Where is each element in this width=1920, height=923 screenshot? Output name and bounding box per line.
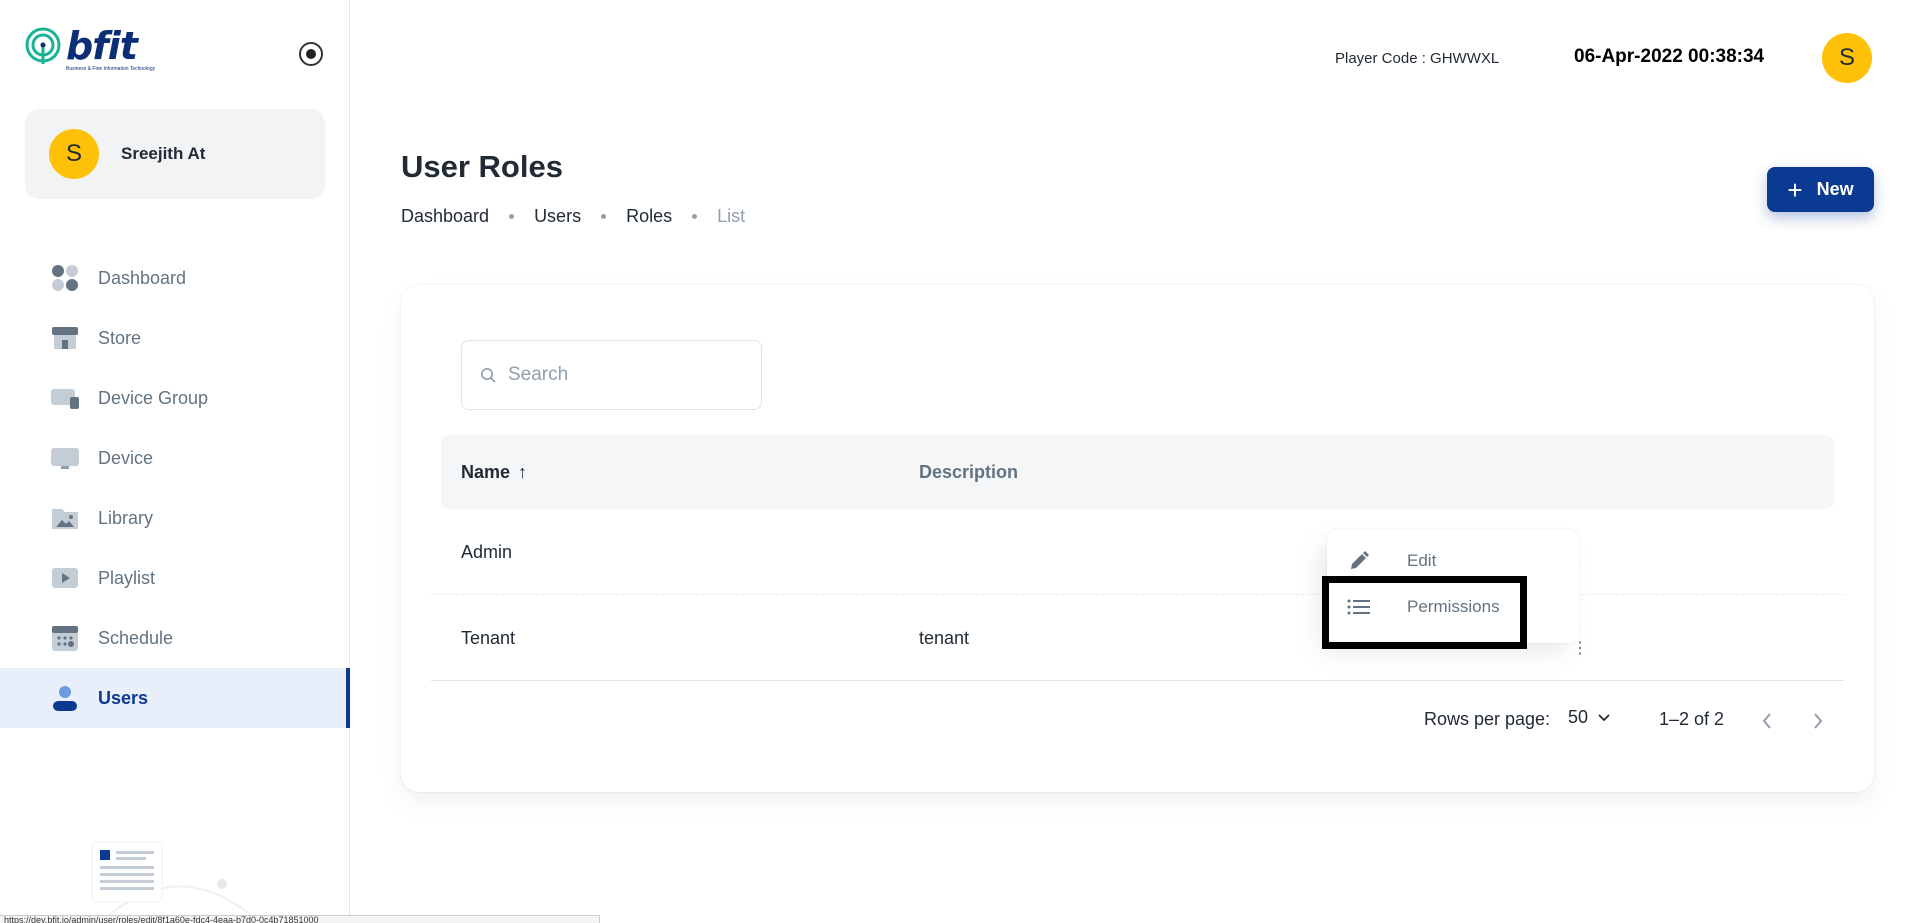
playlist-icon — [50, 563, 80, 593]
account-card[interactable]: S Sreejith At — [25, 109, 325, 199]
store-icon — [50, 323, 80, 353]
sidebar-nav: Dashboard Store Device Group Device Libr… — [0, 248, 350, 728]
chevron-left-icon[interactable] — [1761, 711, 1773, 731]
table-row[interactable]: Tenant tenant ⋮ — [431, 595, 1844, 681]
collapse-sidebar-button[interactable] — [299, 42, 323, 66]
rows-per-page-value: 50 — [1568, 707, 1589, 727]
breadcrumb-users[interactable]: Users — [534, 206, 581, 227]
menu-item-permissions[interactable]: Permissions — [1327, 586, 1579, 628]
new-button-label: New — [1816, 179, 1854, 199]
device-icon — [50, 443, 80, 473]
column-header-name[interactable]: Name ↑ — [461, 462, 527, 483]
sidebar-item-label: Store — [98, 327, 142, 348]
sidebar-item-label: Schedule — [98, 627, 174, 648]
header-avatar[interactable]: S — [1822, 33, 1872, 83]
sort-ascending-icon: ↑ — [518, 461, 528, 482]
users-icon — [50, 683, 80, 713]
logo-tagline: Business & Fine Information Technology — [66, 66, 156, 72]
radio-dot-icon — [306, 49, 316, 59]
sidebar-item-label: Dashboard — [98, 267, 187, 288]
sidebar-item-users[interactable]: Users — [0, 668, 350, 728]
breadcrumb: Dashboard Users Roles List — [401, 206, 745, 227]
cell-description: tenant — [919, 628, 970, 648]
sidebar-item-label: Device Group — [98, 387, 209, 408]
current-datetime: 06-Apr-2022 00:38:34 — [1574, 46, 1765, 67]
logo-mark-icon — [25, 27, 61, 64]
pagination-range: 1–2 of 2 — [1659, 709, 1725, 729]
avatar: S — [49, 129, 99, 179]
page-title: User Roles — [401, 149, 563, 184]
library-icon — [50, 503, 80, 533]
sidebar-item-label: Playlist — [98, 567, 156, 588]
sidebar-item-playlist[interactable]: Playlist — [0, 548, 350, 608]
breadcrumb-list: List — [717, 206, 746, 226]
rows-per-page-select[interactable]: 50 — [1568, 707, 1610, 728]
sidebar-item-device-group[interactable]: Device Group — [0, 368, 350, 428]
search-icon — [481, 368, 496, 383]
menu-item-edit[interactable]: Edit — [1327, 540, 1579, 582]
breadcrumb-separator — [509, 214, 515, 219]
player-code: Player Code : GHWWXL — [1335, 50, 1500, 67]
column-header-label: Name — [461, 461, 511, 482]
pagination: Rows per page: 50 1–2 of 2 — [401, 705, 1874, 735]
table-header: Name ↑ Description — [441, 435, 1834, 509]
sidebar-item-schedule[interactable]: Schedule — [0, 608, 350, 668]
rows-per-page-label: Rows per page: — [1424, 709, 1551, 729]
plus-icon: + — [1787, 174, 1803, 205]
roles-table-card: Name ↑ Description Admin Tenant tenant ⋮… — [401, 285, 1874, 792]
breadcrumb-separator — [601, 214, 607, 219]
account-name: Sreejith At — [121, 144, 206, 163]
sidebar-item-label: Users — [98, 687, 149, 708]
menu-item-label: Edit — [1407, 551, 1437, 570]
sidebar: bfit Business & Fine Information Technol… — [0, 0, 350, 923]
logo[interactable]: bfit Business & Fine Information Technol… — [24, 26, 155, 72]
cell-name: Admin — [461, 542, 513, 562]
sidebar-item-library[interactable]: Library — [0, 488, 350, 548]
search-input[interactable] — [508, 364, 748, 386]
breadcrumb-separator — [692, 214, 698, 219]
browser-status-url: https://dev.bfit.io/admin/user/roles/edi… — [0, 915, 600, 923]
list-icon — [1347, 595, 1371, 619]
sidebar-item-device[interactable]: Device — [0, 428, 350, 488]
search-box[interactable] — [461, 340, 762, 410]
menu-item-label: Permissions — [1407, 597, 1500, 616]
sidebar-item-dashboard[interactable]: Dashboard — [0, 248, 350, 308]
schedule-icon — [50, 623, 80, 653]
breadcrumb-dashboard[interactable]: Dashboard — [401, 206, 489, 227]
breadcrumb-roles[interactable]: Roles — [626, 206, 672, 227]
sidebar-item-label: Device — [98, 447, 154, 468]
sidebar-item-store[interactable]: Store — [0, 308, 350, 368]
chevron-down-icon — [1598, 713, 1610, 721]
new-role-button[interactable]: + New — [1767, 167, 1874, 212]
cell-name: Tenant — [461, 628, 516, 648]
pencil-icon — [1347, 549, 1371, 573]
sidebar-item-label: Library — [98, 507, 154, 528]
column-header-description[interactable]: Description — [919, 462, 1018, 483]
chevron-right-icon[interactable] — [1812, 711, 1824, 731]
device-group-icon — [50, 383, 80, 413]
logo-text: bfit — [66, 24, 138, 68]
table-row[interactable]: Admin — [431, 509, 1844, 595]
dashboard-icon — [50, 263, 80, 293]
help-illustration-icon — [91, 841, 261, 923]
